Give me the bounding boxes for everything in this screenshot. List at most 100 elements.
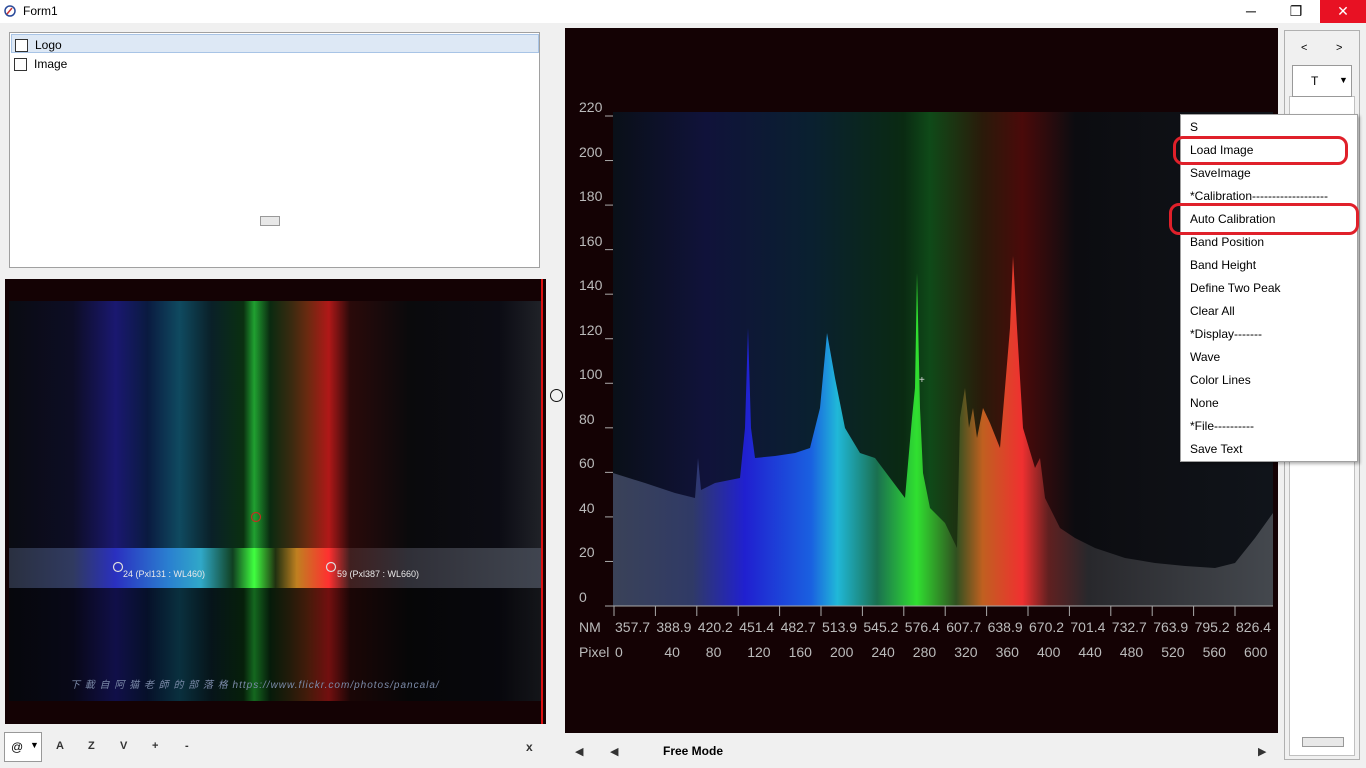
y-tick-label: 100	[579, 366, 603, 383]
v-button[interactable]: V	[120, 740, 127, 752]
pixel-axis-label: Pixel	[579, 644, 610, 660]
y-tick-label: 120	[579, 321, 603, 338]
pixel-tick-label: 440	[1078, 644, 1102, 660]
clear-x-button[interactable]: x	[526, 740, 533, 754]
band-label-2: 59 (Pxl387 : WL660)	[337, 569, 420, 579]
y-tick-label: 40	[579, 499, 595, 516]
pixel-tick-label: 40	[664, 644, 680, 660]
y-tick-label: 140	[579, 277, 603, 294]
splitter-handle[interactable]	[550, 389, 563, 402]
pixel-tick-label: 320	[954, 644, 978, 660]
spectrum-image-panel[interactable]	[5, 279, 546, 724]
checkbox-logo[interactable]	[15, 39, 28, 52]
pixel-tick-label: 160	[788, 644, 812, 660]
chevron-down-icon: ▼	[30, 740, 39, 750]
nm-tick-label: 826.4	[1236, 619, 1272, 635]
menu-item[interactable]: S	[1190, 120, 1198, 134]
nm-tick-label: 795.2	[1194, 619, 1230, 635]
nm-tick-label: 388.9	[656, 619, 692, 635]
app-icon	[4, 5, 16, 17]
nm-tick-label: 576.4	[904, 619, 940, 635]
resize-grip[interactable]	[1302, 737, 1344, 747]
menu-item[interactable]: Color Lines	[1190, 373, 1251, 387]
nm-tick-label: 545.2	[863, 619, 899, 635]
checklist-item-label: Image	[34, 57, 68, 71]
nm-tick-label: 732.7	[1111, 619, 1147, 635]
menu-item[interactable]: Clear All	[1190, 304, 1235, 318]
nm-tick-label: 451.4	[739, 619, 775, 635]
maximize-button[interactable]: ❐	[1273, 0, 1319, 23]
z-button[interactable]: Z	[88, 740, 95, 752]
nm-tick-label: 513.9	[822, 619, 858, 635]
symbol-combo[interactable]: @ ▼	[4, 732, 42, 762]
window-title: Form1	[23, 4, 58, 18]
nm-tick-label: 420.2	[697, 619, 733, 635]
y-tick-label: 60	[579, 455, 595, 472]
nm-tick-label: 357.7	[615, 619, 651, 635]
resize-grip[interactable]	[260, 216, 280, 226]
menu-item[interactable]: Band Position	[1190, 235, 1264, 249]
nm-axis-label: NM	[579, 619, 601, 635]
side-prev-button[interactable]: <	[1301, 42, 1307, 54]
a-button[interactable]: A	[56, 740, 64, 752]
pixel-tick-label: 240	[871, 644, 895, 660]
minus-button[interactable]: -	[185, 740, 189, 752]
combo-value: @	[11, 740, 24, 754]
nm-tick-label: 701.4	[1070, 619, 1106, 635]
spectrum-photo	[9, 301, 542, 701]
cursor-line[interactable]	[541, 279, 543, 724]
watermark-text: 下 載 自 阿 猫 老 師 的 部 落 格 https://www.flickr…	[70, 680, 440, 691]
pixel-tick-label: 480	[1119, 644, 1144, 660]
band-label-1: 24 (Pxl131 : WL460)	[123, 569, 206, 579]
y-tick-label: 20	[579, 544, 595, 561]
spectrum-graph-panel[interactable]: + 220 200 180 160 140 120 100 80 60 40 20 0 NM Pixe…	[565, 28, 1278, 733]
y-tick-label: 220	[579, 99, 603, 115]
pixel-tick-label: 560	[1202, 644, 1226, 660]
minimize-button[interactable]: ─	[1228, 0, 1274, 23]
title-bar: Form1 ─ ❐ ✕	[0, 0, 1366, 23]
checklist-item-label: Logo	[35, 38, 62, 52]
first-button[interactable]: ◀	[575, 745, 583, 758]
pixel-tick-label: 120	[747, 644, 771, 660]
nm-tick-label: 638.9	[987, 619, 1023, 635]
plus-button[interactable]: +	[152, 740, 158, 752]
menu-item[interactable]: None	[1190, 396, 1219, 410]
checkbox-image[interactable]	[14, 58, 27, 71]
pixel-tick-label: 200	[830, 644, 854, 660]
side-combo[interactable]: T ▼	[1292, 65, 1352, 97]
menu-item[interactable]: Band Height	[1190, 258, 1256, 272]
next-button[interactable]: ▶	[1258, 745, 1266, 758]
menu-item[interactable]: *File----------	[1190, 419, 1254, 433]
menu-item[interactable]: SaveImage	[1190, 166, 1251, 180]
chevron-down-icon: ▼	[1339, 75, 1348, 85]
nm-tick-label: 482.7	[780, 619, 816, 635]
context-menu: S Load Image SaveImage *Calibration--------…	[1180, 114, 1358, 462]
pixel-tick-label: 600	[1244, 644, 1268, 660]
menu-item[interactable]: *Calibration-------------------	[1190, 189, 1328, 203]
highlight-auto-calibration	[1169, 203, 1359, 235]
mode-label: Free Mode	[663, 744, 724, 758]
prev-button[interactable]: ◀	[610, 745, 618, 758]
pixel-tick-label: 280	[912, 644, 937, 660]
pixel-tick-label: 0	[615, 644, 623, 660]
checklist-item-logo[interactable]: Logo	[11, 34, 539, 53]
menu-item[interactable]: Save Text	[1190, 442, 1242, 456]
combo-value: T	[1311, 74, 1319, 88]
menu-item[interactable]: *Display-------	[1190, 327, 1262, 341]
menu-item[interactable]: Define Two Peak	[1190, 281, 1281, 295]
nm-tick-label: 607.7	[946, 619, 982, 635]
pixel-tick-label: 520	[1161, 644, 1185, 660]
menu-item[interactable]: Wave	[1190, 350, 1220, 364]
y-tick-label: 80	[579, 410, 595, 427]
close-button[interactable]: ✕	[1320, 0, 1366, 23]
nm-tick-label: 763.9	[1153, 619, 1189, 635]
side-next-button[interactable]: >	[1336, 42, 1342, 54]
svg-text:+: +	[919, 375, 925, 386]
y-tick-label: 200	[579, 143, 603, 160]
pixel-tick-label: 360	[995, 644, 1019, 660]
layer-checklist[interactable]: Logo Image	[9, 32, 540, 268]
highlight-load-image	[1173, 136, 1348, 165]
pixel-tick-label: 80	[705, 644, 722, 660]
pixel-tick-label: 400	[1037, 644, 1061, 660]
checklist-item-image[interactable]: Image	[11, 54, 539, 73]
